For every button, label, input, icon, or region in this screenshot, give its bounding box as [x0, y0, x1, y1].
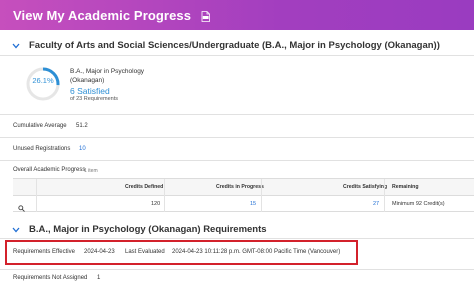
- program-section-header[interactable]: Faculty of Arts and Social Sciences/Unde…: [12, 40, 440, 51]
- divider: [0, 114, 474, 115]
- requirements-effective-label: Requirements Effective: [13, 249, 75, 255]
- overall-progress-label: Overall Academic Progress: [13, 167, 86, 173]
- column-divider: [384, 179, 385, 212]
- requirements-effective-value: 2024-04-23: [84, 249, 115, 255]
- unused-registrations-value[interactable]: 10: [79, 146, 86, 152]
- search-icon[interactable]: [18, 199, 25, 217]
- divider: [0, 269, 474, 270]
- credits-table: Credits Defined Credits in Progress Cred…: [13, 178, 474, 212]
- cumulative-average-value: 51.2: [76, 123, 88, 129]
- column-divider: [36, 179, 37, 212]
- credits-in-progress-cell[interactable]: 15: [250, 201, 256, 207]
- unused-registrations-label: Unused Registrations: [13, 146, 71, 152]
- program-name: B.A., Major in Psychology (Okanagan): [70, 68, 145, 84]
- divider: [0, 160, 474, 161]
- divider: [0, 55, 474, 56]
- divider: [0, 238, 474, 239]
- column-header-remaining[interactable]: Remaining: [392, 184, 419, 190]
- column-divider: [261, 179, 262, 212]
- divider: [0, 137, 474, 138]
- requirements-not-assigned-value: 1: [97, 275, 101, 281]
- column-header-credits-defined[interactable]: Credits Defined: [125, 184, 163, 190]
- requirements-total: of 23 Requirements: [70, 96, 118, 102]
- requirements-section-header[interactable]: B.A., Major in Psychology (Okanagan) Req…: [12, 224, 267, 235]
- program-section-title: Faculty of Arts and Social Sciences/Unde…: [29, 40, 440, 51]
- column-divider: [164, 179, 165, 212]
- page-title: View My Academic Progress: [13, 7, 192, 23]
- satisfied-count[interactable]: 6 Satisfied: [70, 86, 110, 96]
- progress-percent: 26.1%: [32, 76, 54, 85]
- remaining-cell: Minimum 92 Credit(s): [392, 201, 445, 207]
- pdf-icon[interactable]: [201, 10, 210, 22]
- last-evaluated-label: Last Evaluated: [125, 249, 165, 255]
- cumulative-average-label: Cumulative Average: [13, 123, 67, 129]
- chevron-down-icon[interactable]: [12, 42, 20, 50]
- table-header: Credits Defined Credits in Progress Cred…: [13, 179, 474, 196]
- column-header-credits-in-progress[interactable]: Credits in Progress: [216, 184, 264, 190]
- column-header-credits-satisfying[interactable]: Credits Satisfying: [343, 184, 387, 190]
- last-evaluated-value: 2024-04-23 10:11:28 p.m. GMT-08:00 Pacif…: [172, 249, 341, 255]
- page-header: View My Academic Progress: [0, 0, 474, 30]
- requirements-not-assigned-label: Requirements Not Assigned: [13, 275, 88, 281]
- requirements-section-title: B.A., Major in Psychology (Okanagan) Req…: [29, 224, 267, 235]
- credits-defined-cell: 120: [151, 201, 161, 207]
- item-count: 1 item: [84, 168, 98, 174]
- credits-satisfying-cell[interactable]: 27: [373, 201, 379, 207]
- chevron-down-icon[interactable]: [12, 226, 20, 234]
